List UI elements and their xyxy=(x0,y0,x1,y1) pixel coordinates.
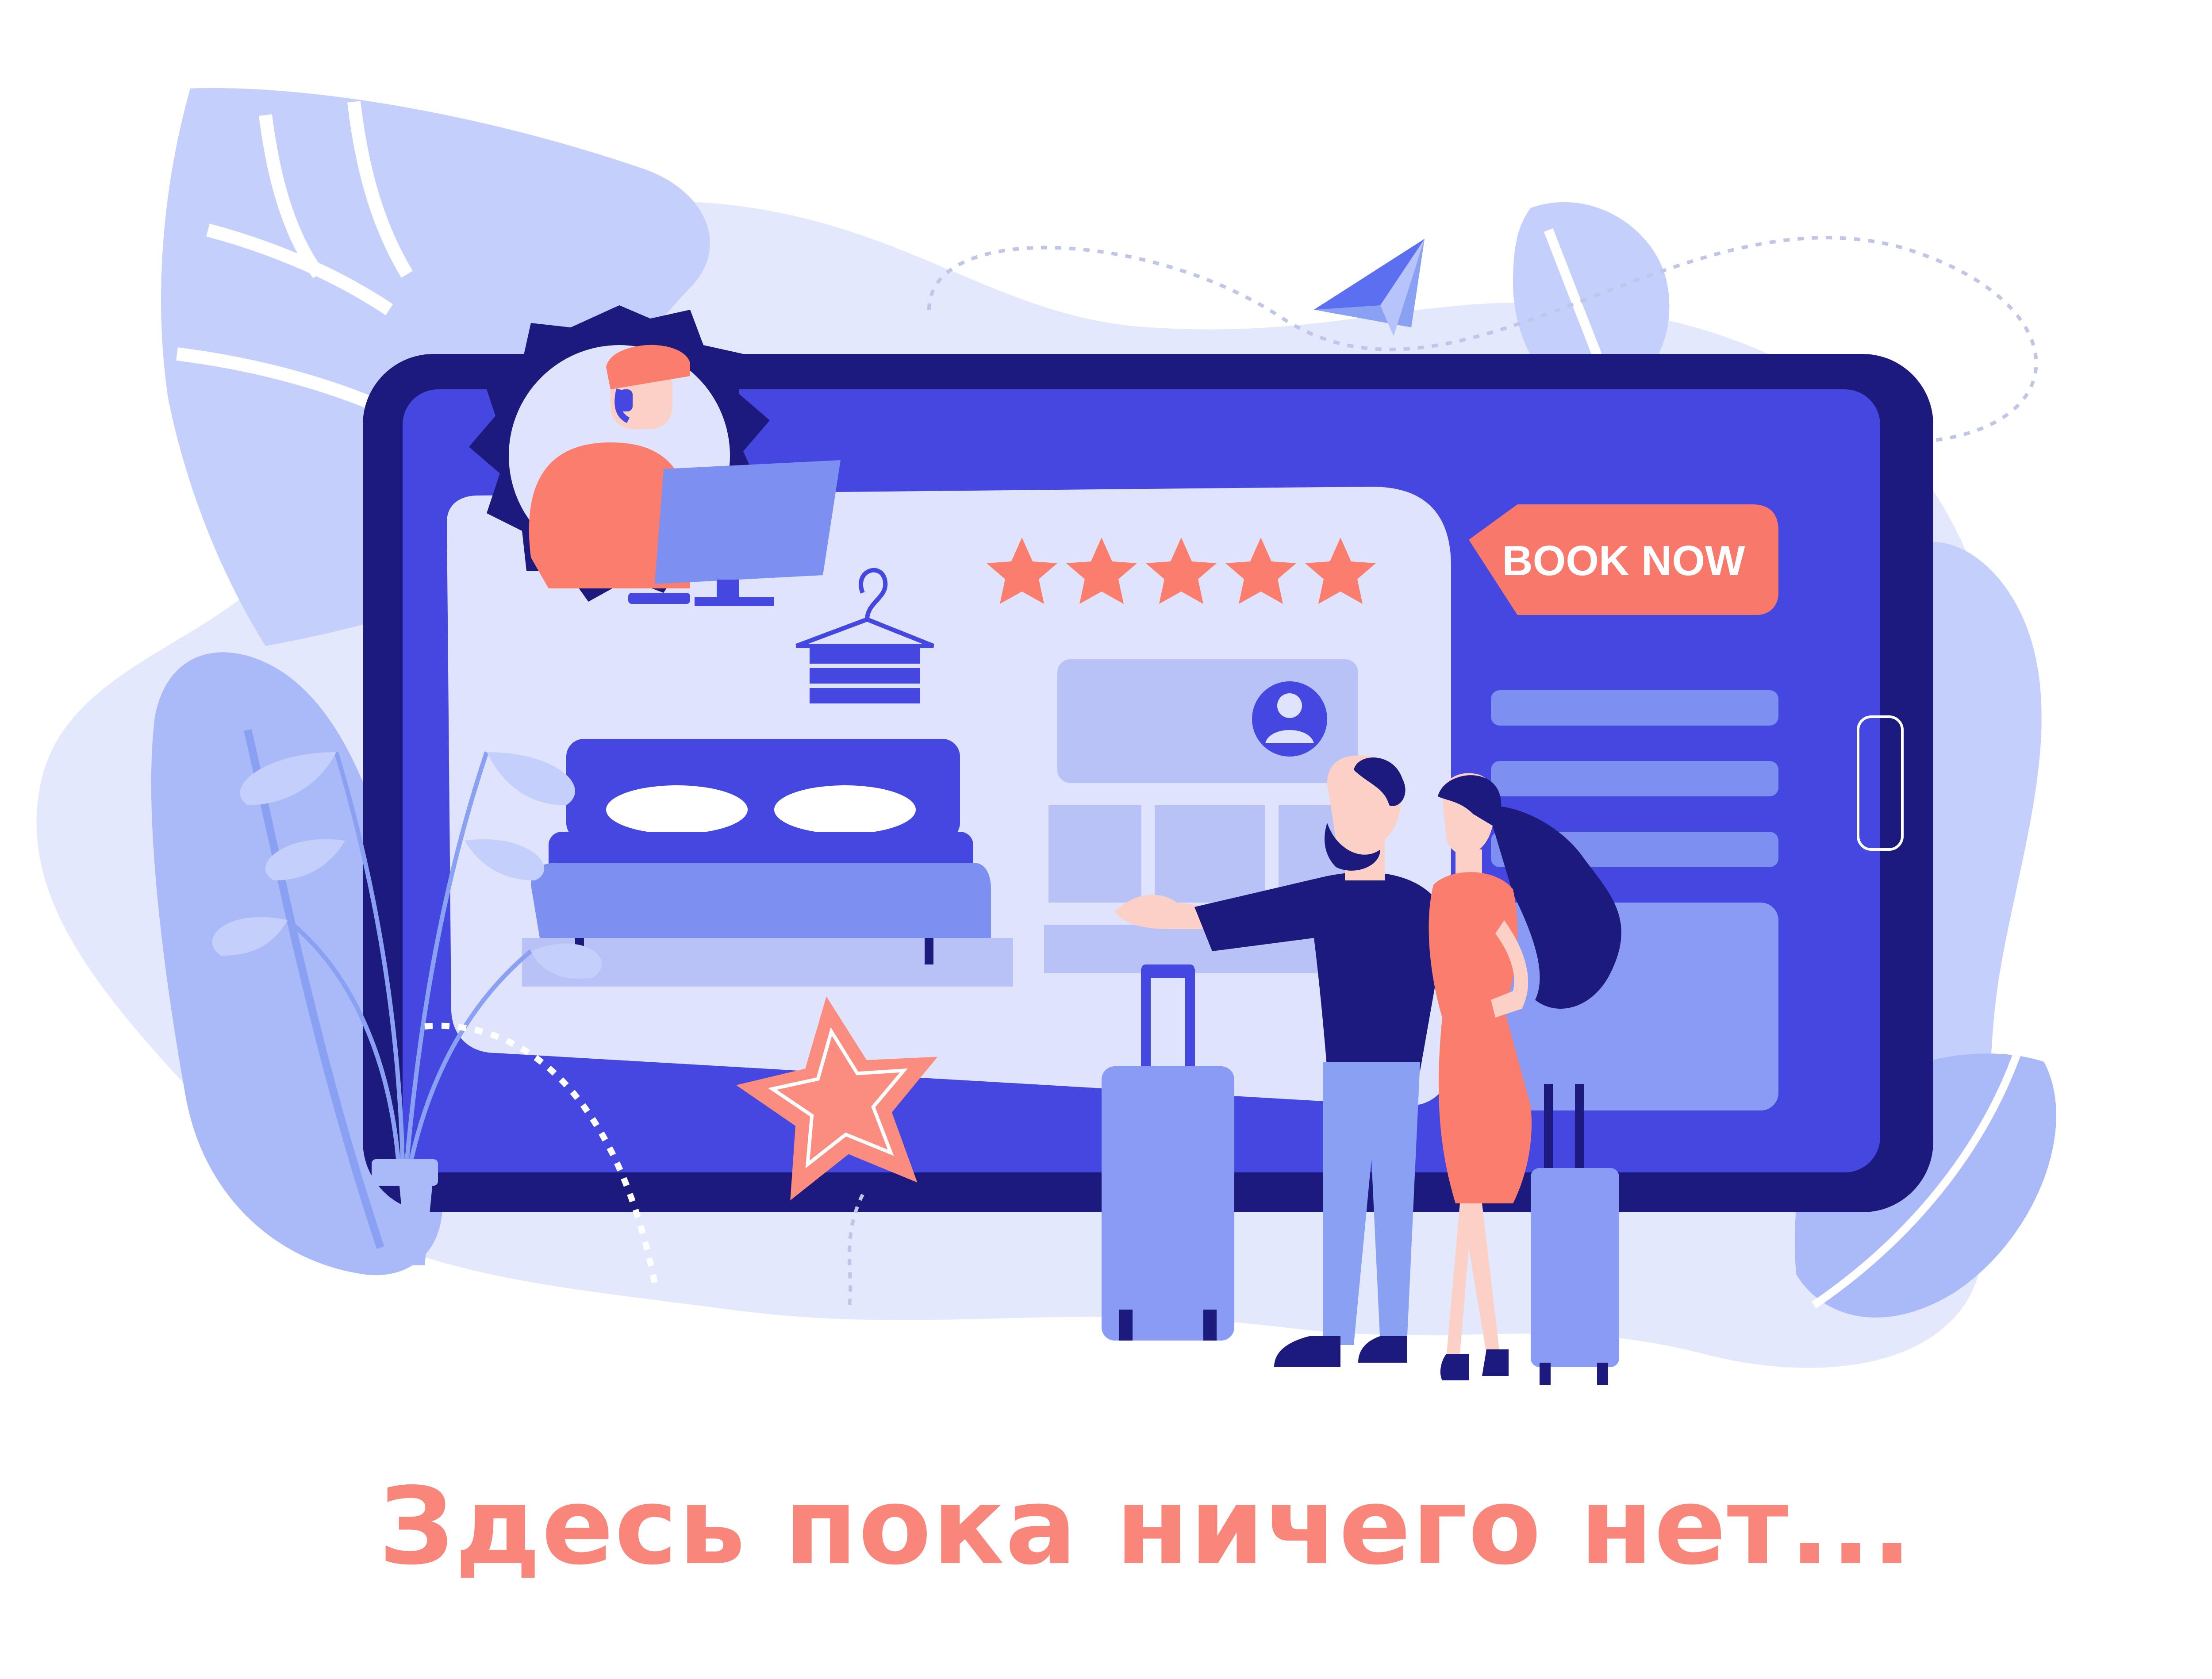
empty-state: BOOK NOW Здесь пока ничего нет... xyxy=(0,0,2212,1679)
book-now-button[interactable]: BOOK NOW xyxy=(1469,504,1778,615)
empty-state-message: Здесь пока ничего нет... xyxy=(378,1464,1913,1588)
book-now-label: BOOK NOW xyxy=(1502,537,1745,584)
hotel-booking-illustration: BOOK NOW xyxy=(36,88,2056,1385)
bed-icon xyxy=(522,739,1013,987)
user-avatar-icon xyxy=(1252,681,1327,757)
